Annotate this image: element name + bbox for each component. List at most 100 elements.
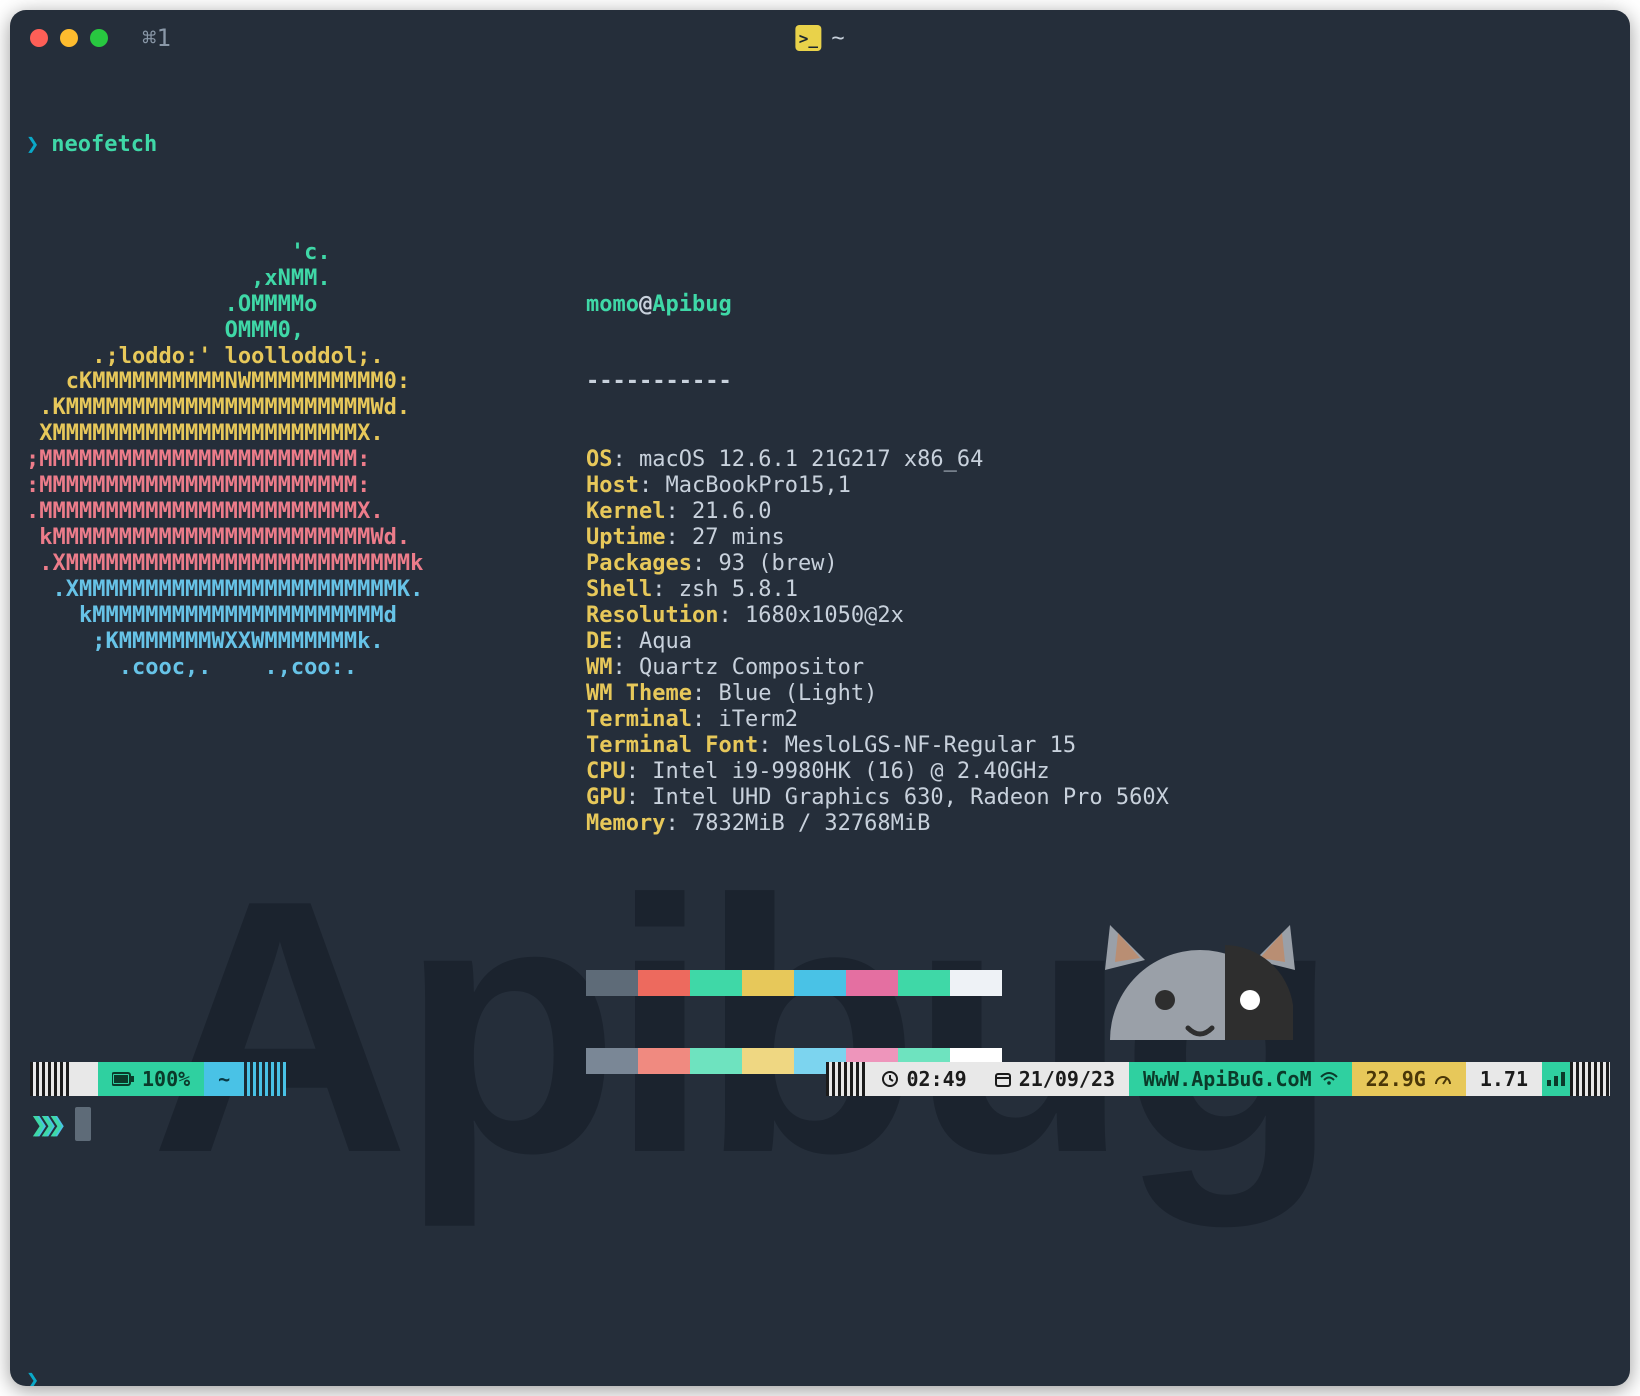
ascii-line: :MMMMMMMMMMMMMMMMMMMMMMMM: [26, 473, 586, 499]
palette-row-1 [586, 970, 1169, 996]
info-value: Intel i9-9980HK (16) @ 2.40GHz [652, 759, 1049, 784]
info-row: GPU: Intel UHD Graphics 630, Radeon Pro … [586, 785, 1169, 811]
active-prompt[interactable]: ❯❯❯ [30, 1104, 91, 1144]
ascii-line: .XMMMMMMMMMMMMMMMMMMMMMMMMK. [26, 577, 586, 603]
ascii-line: ;MMMMMMMMMMMMMMMMMMMMMMMM: [26, 447, 586, 473]
load-value: 1.71 [1480, 1067, 1528, 1091]
minimize-button[interactable] [60, 29, 78, 47]
close-button[interactable] [30, 29, 48, 47]
title-text: ~ [831, 26, 844, 51]
info-key: Kernel [586, 499, 665, 524]
system-info: momo@Apibug ----------- OS: macOS 12.6.1… [586, 240, 1169, 1178]
info-row: Kernel: 21.6.0 [586, 499, 1169, 525]
url-value: WwW.ApiBuG.CoM [1143, 1067, 1312, 1091]
ascii-line: .MMMMMMMMMMMMMMMMMMMMMMMMX. [26, 499, 586, 525]
info-value: MacBookPro15,1 [665, 473, 850, 498]
info-value: 7832MiB / 32768MiB [692, 811, 930, 836]
gauge-icon [1434, 1072, 1452, 1086]
info-key: DE [586, 629, 613, 654]
color-swatch [846, 970, 898, 996]
status-date-segment[interactable]: 21/09/23 [981, 1062, 1129, 1096]
info-key: Shell [586, 577, 652, 602]
info-key: WM Theme [586, 681, 692, 706]
status-disk-segment[interactable]: 22.9G [1352, 1062, 1466, 1096]
battery-icon [112, 1072, 134, 1086]
info-key: Terminal [586, 707, 692, 732]
info-value: macOS 12.6.1 21G217 x86_64 [639, 447, 983, 472]
info-value: iTerm2 [718, 707, 797, 732]
cwd-value: ~ [218, 1067, 230, 1091]
wifi-icon [1320, 1072, 1338, 1086]
titlebar: ⌘1 >_ ~ [10, 10, 1630, 66]
ascii-line: cKMMMMMMMMMMNWMMMMMMMMMM0: [26, 369, 586, 395]
ascii-line: .KMMMMMMMMMMMMMMMMMMMMMMMWd. [26, 395, 586, 421]
ascii-line: .OMMMMo [26, 292, 586, 318]
ascii-line: OMMM0, [26, 318, 586, 344]
terminal-content[interactable]: ❯ neofetch 'c. ,xNMM. .OMMMMo OMMM0, .;l… [10, 66, 1630, 1386]
ascii-line: 'c. [26, 240, 586, 266]
ascii-line: .;loddo:' loolloddol;. [26, 344, 586, 370]
status-pattern-mid [244, 1062, 286, 1096]
calendar-icon [995, 1071, 1011, 1087]
ascii-logo: 'c. ,xNMM. .OMMMMo OMMM0, .;loddo:' lool… [26, 240, 586, 1178]
status-cwd-segment[interactable]: ~ [204, 1062, 244, 1096]
info-row: OS: macOS 12.6.1 21G217 x86_64 [586, 447, 1169, 473]
ascii-line: kMMMMMMMMMMMMMMMMMMMMMMd [26, 603, 586, 629]
info-value: zsh 5.8.1 [679, 577, 798, 602]
bar-chart-icon [1546, 1071, 1566, 1087]
info-key: Resolution [586, 603, 718, 628]
command-text: neofetch [51, 132, 157, 158]
info-row: Terminal: iTerm2 [586, 707, 1169, 733]
status-left: 100% ~ [30, 1062, 286, 1096]
ascii-line: kMMMMMMMMMMMMMMMMMMMMMMMMWd. [26, 525, 586, 551]
neofetch-output: 'c. ,xNMM. .OMMMMo OMMM0, .;loddo:' lool… [26, 240, 1614, 1178]
info-key: Host [586, 473, 639, 498]
info-value: Intel UHD Graphics 630, Radeon Pro 560X [652, 785, 1169, 810]
info-key: GPU [586, 785, 626, 810]
color-swatch [586, 970, 638, 996]
color-swatch [690, 970, 742, 996]
info-value: MesloLGS-NF-Regular 15 [785, 733, 1076, 758]
at-sign: @ [639, 292, 652, 317]
prompt-line: ❯ neofetch [26, 132, 1614, 158]
time-value: 02:49 [906, 1067, 966, 1091]
info-key: Memory [586, 811, 665, 836]
user-host-line: momo@Apibug [586, 292, 1169, 318]
info-row: Terminal Font: MesloLGS-NF-Regular 15 [586, 733, 1169, 759]
ascii-line: XMMMMMMMMMMMMMMMMMMMMMMMX. [26, 421, 586, 447]
ascii-line: ;KMMMMMMMWXXWMMMMMMMk. [26, 629, 586, 655]
info-value: 27 mins [692, 525, 785, 550]
info-row: Packages: 93 (brew) [586, 551, 1169, 577]
clock-icon [882, 1071, 898, 1087]
tmux-statusbar: 100% ~ 02:49 21/09/23 WwW.Api [30, 1062, 1610, 1096]
info-value: Aqua [639, 629, 692, 654]
info-key: OS [586, 447, 613, 472]
status-pattern-right [826, 1062, 868, 1096]
status-battery-segment[interactable]: 100% [98, 1062, 204, 1096]
cursor [75, 1107, 91, 1141]
ascii-line: .XMMMMMMMMMMMMMMMMMMMMMMMMMMk [26, 551, 586, 577]
hostname: Apibug [652, 292, 731, 317]
status-chart-segment[interactable] [1542, 1062, 1570, 1096]
zoom-button[interactable] [90, 29, 108, 47]
status-time-segment[interactable]: 02:49 [868, 1062, 980, 1096]
status-pattern-left [30, 1062, 70, 1096]
status-right: 02:49 21/09/23 WwW.ApiBuG.CoM 22.9G [826, 1062, 1610, 1096]
status-url-segment[interactable]: WwW.ApiBuG.CoM [1129, 1062, 1352, 1096]
info-row: CPU: Intel i9-9980HK (16) @ 2.40GHz [586, 759, 1169, 785]
status-load-segment[interactable]: 1.71 [1466, 1062, 1542, 1096]
battery-value: 100% [142, 1067, 190, 1091]
color-swatch [794, 970, 846, 996]
info-row: WM Theme: Blue (Light) [586, 681, 1169, 707]
trailing-prompts: ❯ ❯ ~ [26, 1296, 1614, 1386]
info-value: Quartz Compositor [639, 655, 864, 680]
ascii-line: .cooc,. .,coo:. [26, 655, 586, 681]
color-swatch [638, 970, 690, 996]
window-title: >_ ~ [795, 25, 844, 51]
info-row: Host: MacBookPro15,1 [586, 473, 1169, 499]
status-os-segment[interactable] [70, 1062, 98, 1096]
info-row: Shell: zsh 5.8.1 [586, 577, 1169, 603]
info-key: Terminal Font [586, 733, 758, 758]
info-key: CPU [586, 759, 626, 784]
username: momo [586, 292, 639, 317]
